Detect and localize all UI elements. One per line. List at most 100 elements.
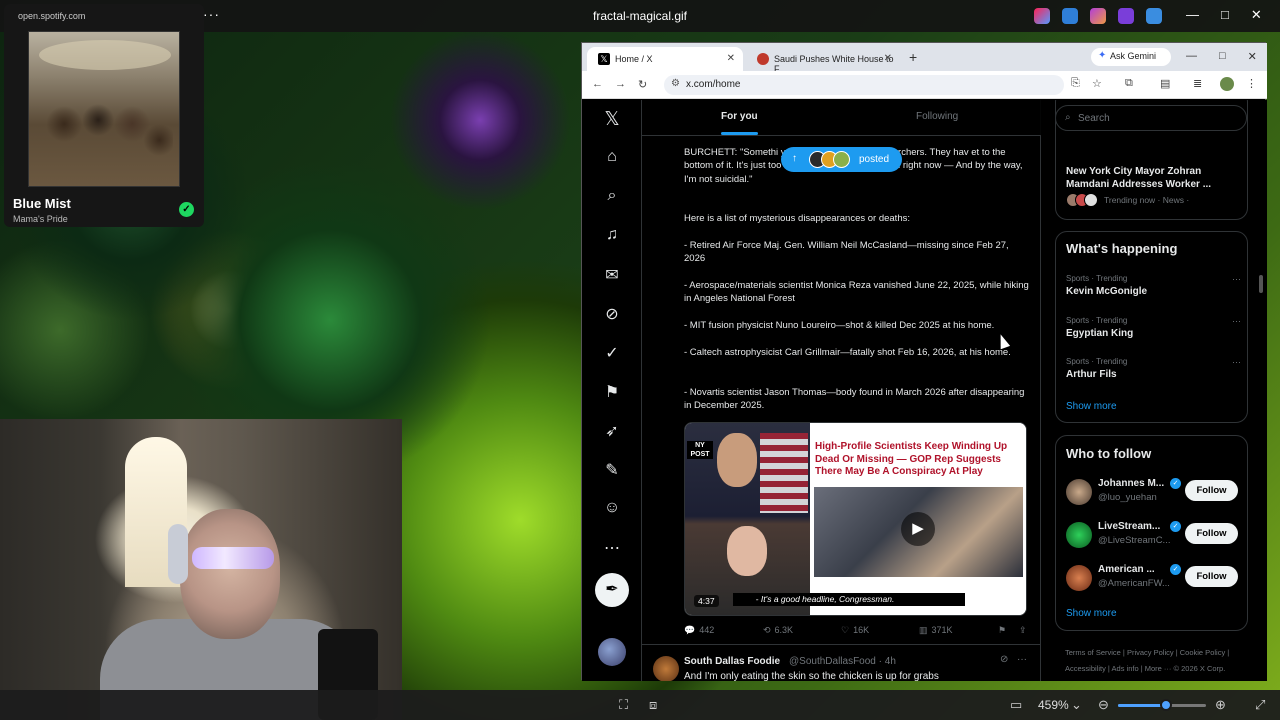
tab-home-x[interactable]: 𝕏 Home / X ✕ — [587, 47, 743, 71]
play-icon[interactable]: ▶ — [901, 512, 935, 546]
cloud-icon[interactable] — [1146, 8, 1162, 24]
bookmark-action[interactable]: ⚑ — [998, 625, 1006, 636]
views-action[interactable]: ▥ 371K — [919, 625, 953, 636]
bookmark-star-icon[interactable]: ☆ — [1092, 77, 1102, 90]
ask-gemini-button[interactable]: ✦ Ask Gemini — [1091, 48, 1171, 66]
copilot-icon[interactable] — [1034, 8, 1050, 24]
fit-screen-icon[interactable]: ⛶ — [619, 697, 628, 713]
more-options-icon[interactable]: ··· — [1232, 316, 1241, 326]
verified-orgs-icon[interactable]: ✓ — [602, 343, 622, 363]
compose-post-button[interactable]: ✒ — [595, 573, 629, 607]
zoom-slider-knob[interactable] — [1160, 699, 1173, 711]
url-text: x.com/home — [686, 79, 741, 90]
close-tab-icon[interactable]: ✕ — [727, 53, 735, 64]
follow-suggestion[interactable]: American ... ✓ @AmericanFW... Follow — [1066, 563, 1246, 599]
x-logo-icon: 𝕏 — [598, 53, 610, 65]
embedded-video[interactable]: ▶ — [814, 487, 1023, 577]
menu-kebab-icon[interactable]: ⋮ — [1246, 77, 1257, 90]
crop-icon[interactable]: ⧈ — [649, 697, 657, 713]
zoom-level[interactable]: 459% — [1038, 698, 1069, 712]
aspect-ratio-icon[interactable]: ▭ — [1010, 697, 1022, 713]
avatar[interactable] — [1066, 479, 1092, 505]
tab-saudi-article[interactable]: Saudi Pushes White House to F ✕ — [746, 47, 900, 74]
back-arrow-icon[interactable]: ← — [592, 78, 603, 90]
zoom-slider[interactable] — [1118, 699, 1206, 711]
profile-avatar[interactable] — [1220, 77, 1234, 91]
account-name[interactable]: American ... — [1098, 564, 1155, 575]
next-post[interactable]: South Dallas Foodie @SouthDallasFood · 4… — [642, 644, 1041, 681]
saved-check-icon[interactable]: ✓ — [179, 202, 194, 217]
chevron-down-icon[interactable]: ⌄ — [1071, 697, 1082, 713]
profile-person-icon[interactable]: ☺ — [602, 499, 622, 517]
verified-badge-icon: ✓ — [1170, 478, 1181, 489]
news-headline[interactable]: New York City Mayor Zohran Mamdani Addre… — [1066, 165, 1241, 191]
home-icon[interactable]: ⌂ — [602, 148, 622, 166]
repost-action[interactable]: ⟲ 6.3K — [763, 625, 793, 636]
more-circle-icon[interactable]: ⋯ — [602, 538, 622, 558]
explore-search-icon[interactable]: ⌕ — [602, 187, 622, 205]
follow-suggestion[interactable]: Johannes M... ✓ @luo_yuehan Follow — [1066, 477, 1246, 513]
more-options-icon[interactable]: ··· — [1017, 654, 1027, 665]
paint-icon[interactable] — [1062, 8, 1078, 24]
account-name[interactable]: LiveStream... — [1098, 521, 1160, 532]
grok-icon[interactable]: ⊘ — [602, 304, 622, 324]
zoom-out-icon[interactable]: ⊖ — [1098, 697, 1109, 713]
media-control-icon[interactable]: ▤ — [1160, 77, 1170, 90]
account-avatar[interactable] — [598, 638, 626, 666]
author-name[interactable]: South Dallas Foodie — [684, 656, 780, 667]
grok-icon[interactable]: ⊘ — [1000, 654, 1008, 665]
post-media-card[interactable]: NY POST 4:37 High-Profile Scientists Kee… — [684, 422, 1027, 616]
maximize-button[interactable]: □ — [1221, 7, 1229, 23]
account-name[interactable]: Johannes M... — [1098, 478, 1164, 489]
more-options-icon[interactable]: ··· — [1232, 274, 1241, 284]
close-tab-icon[interactable]: ✕ — [884, 53, 892, 64]
show-more-link[interactable]: Show more — [1066, 608, 1117, 619]
spotify-miniplayer[interactable]: open.spotify.com Blue Mist Mama's Pride … — [4, 4, 204, 227]
new-posts-pill[interactable]: ↑ posted — [781, 147, 902, 172]
messages-mail-icon[interactable]: ✉ — [602, 265, 622, 285]
author-avatar[interactable] — [653, 656, 679, 681]
address-bar[interactable]: ⚙ x.com/home — [664, 75, 1064, 95]
share-action[interactable]: ⇪ — [1019, 625, 1027, 636]
more-options-icon[interactable]: ··· — [1232, 357, 1241, 367]
maximize-button[interactable]: □ — [1219, 50, 1226, 63]
close-button[interactable]: ✕ — [1251, 7, 1262, 23]
scrollbar-thumb[interactable] — [1259, 275, 1263, 293]
clipchamp-icon[interactable] — [1118, 8, 1134, 24]
x-logo-icon[interactable]: 𝕏 — [602, 108, 622, 131]
forward-arrow-icon[interactable]: → — [615, 78, 626, 90]
zoom-in-icon[interactable]: ⊕ — [1215, 697, 1226, 713]
fullscreen-icon[interactable]: ⤢ — [1255, 697, 1265, 713]
search-input[interactable]: ⌕ Search — [1055, 105, 1247, 131]
tab-for-you[interactable]: For you — [721, 111, 758, 122]
avatar[interactable] — [1066, 522, 1092, 548]
follow-button[interactable]: Follow — [1185, 566, 1238, 587]
trend-item[interactable]: Sports · Trending Arthur Fils ··· — [1066, 357, 1241, 380]
trend-item[interactable]: Sports · Trending Kevin McGonigle ··· — [1066, 274, 1241, 297]
jobs-rocket-icon[interactable]: ➶ — [602, 421, 622, 441]
notifications-bell-icon[interactable]: ♫ — [602, 226, 622, 244]
avatar[interactable] — [1066, 565, 1092, 591]
trend-item[interactable]: Sports · Trending Egyptian King ··· — [1066, 316, 1241, 339]
site-info-icon[interactable]: ⚙ — [671, 78, 680, 89]
designer-icon[interactable] — [1090, 8, 1106, 24]
browser-window-controls: — □ ✕ — [1186, 50, 1257, 63]
extensions-icon[interactable]: ⧉ — [1125, 77, 1133, 90]
like-action[interactable]: ♡ 16K — [841, 625, 869, 636]
follow-suggestion[interactable]: LiveStream... ✓ @LiveStreamC... Follow — [1066, 520, 1246, 556]
reply-action[interactable]: 💬 442 — [684, 625, 714, 636]
bookmarks-icon[interactable]: ⚑ — [602, 382, 622, 402]
footer-links[interactable]: Terms of Service | Privacy Policy | Cook… — [1065, 645, 1255, 677]
minimize-button[interactable]: — — [1186, 7, 1199, 23]
follow-button[interactable]: Follow — [1185, 480, 1238, 501]
install-app-icon[interactable]: ⎘ — [1071, 77, 1080, 90]
show-more-link[interactable]: Show more — [1066, 401, 1117, 412]
new-tab-button[interactable]: + — [909, 49, 917, 65]
close-button[interactable]: ✕ — [1248, 50, 1257, 63]
reload-icon[interactable]: ↻ — [638, 78, 647, 91]
tab-following[interactable]: Following — [916, 111, 958, 122]
articles-compose-icon[interactable]: ✎ — [602, 460, 622, 480]
minimize-button[interactable]: — — [1186, 50, 1197, 63]
follow-button[interactable]: Follow — [1185, 523, 1238, 544]
downloads-icon[interactable]: ≣ — [1193, 77, 1202, 90]
